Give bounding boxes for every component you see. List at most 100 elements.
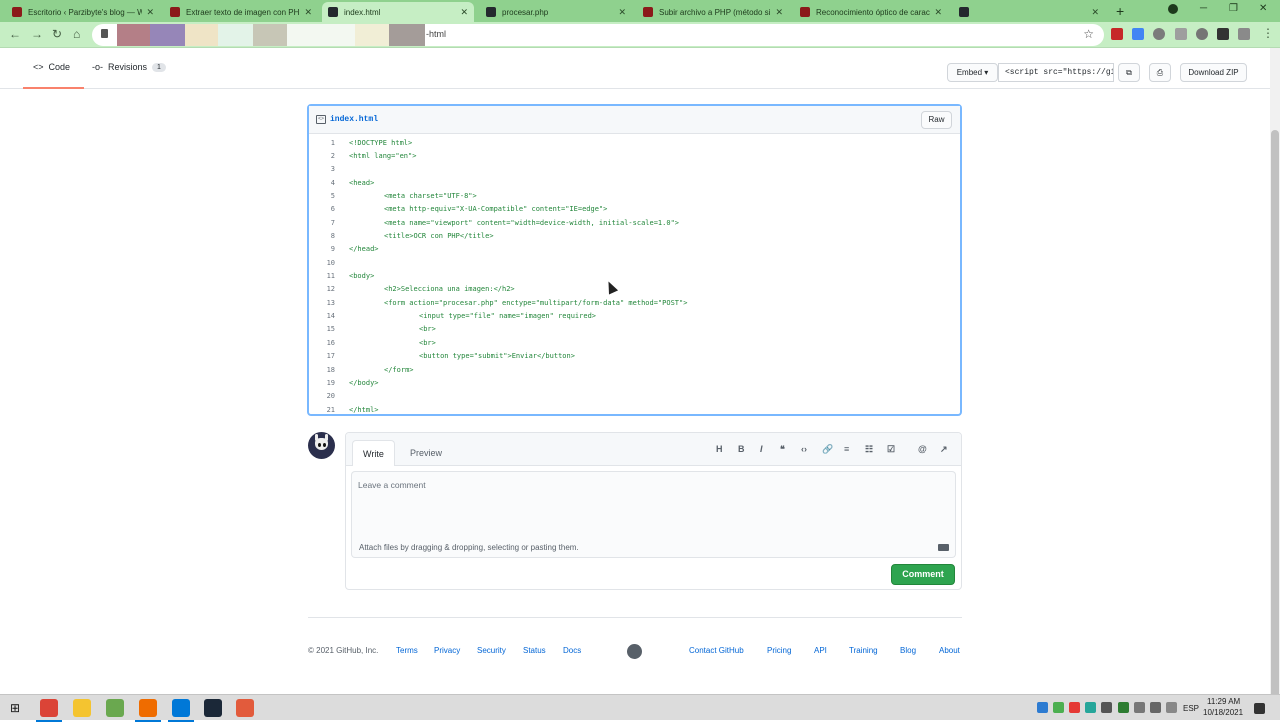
line-number[interactable]: 11	[309, 272, 335, 280]
tab-revisions[interactable]: -o- Revisions 1	[92, 62, 166, 72]
line-number[interactable]: 7	[309, 219, 335, 227]
browser-tab[interactable]: index.html ✕	[322, 2, 474, 22]
close-tab-icon[interactable]: ✕	[146, 7, 154, 18]
line-number[interactable]: 20	[309, 392, 335, 400]
extension-icon[interactable]	[1111, 28, 1123, 40]
tab-search-icon[interactable]	[1168, 4, 1178, 14]
language-indicator[interactable]: ESP	[1183, 704, 1199, 713]
bulleted-list-icon[interactable]: ≡	[844, 444, 849, 454]
line-number[interactable]: 14	[309, 312, 335, 320]
browser-tab[interactable]: Escritorio ‹ Parzibyte's blog — W ✕	[6, 2, 160, 22]
browser-tab[interactable]: Subir archivo a PHP (método sin ✕	[637, 2, 789, 22]
steam-icon[interactable]	[204, 699, 222, 717]
footer-link-api[interactable]: API	[814, 646, 827, 655]
extension-icon[interactable]	[1196, 28, 1208, 40]
tray-icon[interactable]	[1037, 702, 1048, 713]
extension-icon[interactable]	[1132, 28, 1144, 40]
line-number[interactable]: 1	[309, 139, 335, 147]
back-icon[interactable]: ←	[9, 27, 21, 41]
close-tab-icon[interactable]: ✕	[460, 7, 468, 18]
line-number[interactable]: 6	[309, 205, 335, 213]
scrollbar-thumb[interactable]	[1271, 130, 1279, 720]
line-number[interactable]: 2	[309, 152, 335, 160]
footer-link-status[interactable]: Status	[523, 646, 546, 655]
line-number[interactable]: 16	[309, 339, 335, 347]
line-number[interactable]: 10	[309, 259, 335, 267]
line-number[interactable]: 4	[309, 179, 335, 187]
line-number[interactable]: 13	[309, 299, 335, 307]
forward-icon[interactable]: →	[31, 27, 43, 41]
close-tab-icon[interactable]: ✕	[618, 7, 626, 18]
tray-icon[interactable]	[1053, 702, 1064, 713]
tray-icon[interactable]	[1134, 702, 1145, 713]
browser-tab[interactable]: Extraer texto de imagen con PHP ✕	[164, 2, 318, 22]
new-tab-button[interactable]: +	[1116, 3, 1124, 19]
footer-link-about[interactable]: About	[939, 646, 960, 655]
italic-icon[interactable]: I	[760, 444, 763, 454]
browser-tab[interactable]: ✕	[953, 2, 1105, 22]
tray-icon[interactable]	[1069, 702, 1080, 713]
chrome-icon[interactable]	[36, 699, 62, 722]
vscode-icon[interactable]	[168, 699, 194, 722]
heading-icon[interactable]: H	[716, 444, 723, 454]
extension-icon[interactable]	[1175, 28, 1187, 40]
file-name-link[interactable]: index.html	[330, 115, 378, 124]
line-number[interactable]: 15	[309, 325, 335, 333]
browser-menu-icon[interactable]: ⋮	[1262, 26, 1274, 40]
copy-icon[interactable]: ⧉	[1118, 63, 1140, 82]
numbered-list-icon[interactable]: ☷	[865, 444, 873, 455]
page-scrollbar[interactable]	[1270, 48, 1280, 720]
address-bar[interactable]: -html ☆	[92, 24, 1104, 46]
tray-icon[interactable]	[1085, 702, 1096, 713]
footer-link-terms[interactable]: Terms	[396, 646, 418, 655]
network-icon[interactable]	[1150, 702, 1161, 713]
tab-code[interactable]: <> Code	[22, 62, 85, 89]
browser-tab[interactable]: procesar.php ✕	[480, 2, 632, 22]
footer-link-privacy[interactable]: Privacy	[434, 646, 460, 655]
close-window-icon[interactable]: ✕	[1259, 3, 1267, 14]
footer-link-training[interactable]: Training	[849, 646, 878, 655]
mention-icon[interactable]: @	[918, 444, 927, 454]
line-number[interactable]: 5	[309, 192, 335, 200]
avatar[interactable]	[308, 432, 335, 459]
home-icon[interactable]: ⌂	[73, 27, 80, 41]
line-number[interactable]: 17	[309, 352, 335, 360]
notepad-plus-icon[interactable]	[106, 699, 124, 717]
line-number[interactable]: 12	[309, 285, 335, 293]
quote-icon[interactable]: ❝	[780, 444, 785, 455]
line-number[interactable]: 18	[309, 366, 335, 374]
embed-dropdown-button[interactable]: Embed ▾	[947, 63, 998, 82]
extension-icon[interactable]	[1153, 28, 1165, 40]
restore-icon[interactable]: ❐	[1229, 3, 1238, 14]
windows-start-icon[interactable]: ⊞	[10, 701, 20, 715]
file-explorer-icon[interactable]	[73, 699, 91, 717]
minimize-icon[interactable]: ─	[1200, 3, 1207, 14]
tab-write[interactable]: Write	[352, 440, 395, 466]
line-number[interactable]: 3	[309, 165, 335, 173]
bookmark-star-icon[interactable]: ☆	[1083, 27, 1094, 41]
task-list-icon[interactable]: ☑	[887, 444, 895, 455]
close-tab-icon[interactable]: ✕	[934, 7, 942, 18]
markdown-icon[interactable]	[938, 544, 949, 551]
line-number[interactable]: 9	[309, 245, 335, 253]
bold-icon[interactable]: B	[738, 444, 745, 454]
footer-link-security[interactable]: Security	[477, 646, 506, 655]
reload-icon[interactable]: ↻	[52, 27, 62, 41]
notifications-icon[interactable]	[1254, 703, 1265, 714]
footer-link-docs[interactable]: Docs	[563, 646, 581, 655]
extensions-puzzle-icon[interactable]	[1217, 28, 1229, 40]
tab-preview[interactable]: Preview	[400, 440, 452, 466]
attach-files-area[interactable]: Attach files by dragging & dropping, sel…	[351, 538, 956, 558]
close-tab-icon[interactable]: ✕	[304, 7, 312, 18]
footer-link-contact[interactable]: Contact GitHub	[689, 646, 744, 655]
comment-textarea[interactable]: Leave a comment	[351, 471, 956, 539]
volume-icon[interactable]	[1166, 702, 1177, 713]
raw-button[interactable]: Raw	[921, 111, 952, 129]
app-c-icon[interactable]	[236, 699, 254, 717]
line-number[interactable]: 21	[309, 406, 335, 414]
github-logo-icon[interactable]	[627, 644, 642, 659]
embed-url-input[interactable]: <script src="https://gis	[998, 63, 1114, 82]
profile-icon[interactable]	[1238, 28, 1250, 40]
desktop-clone-icon[interactable]: ⎙	[1149, 63, 1171, 82]
close-tab-icon[interactable]: ✕	[1091, 7, 1099, 18]
